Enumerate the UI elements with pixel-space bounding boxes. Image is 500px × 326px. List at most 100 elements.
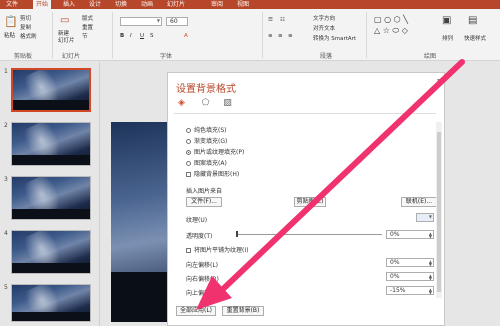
spinner-icon[interactable]: ▲ ▼ [429,260,432,267]
transparency-slider-handle[interactable] [236,231,238,237]
section-button[interactable]: 节 [82,32,88,40]
shapes-icon-row2[interactable]: △ ☆ ⬭ ◇ [374,26,408,36]
texture-picker[interactable]: ▼ [416,213,434,222]
italic-button[interactable]: I [130,33,132,39]
font-size-dropdown[interactable]: 60 [166,17,188,26]
insert-from-label: 插入图片来自 [186,188,223,195]
new-slide-icon[interactable]: ▭ [60,15,69,26]
slide-thumbnail-panel[interactable]: 1 2 3 4 5 [0,62,100,326]
ground-silhouette [13,100,89,110]
font-color-button[interactable]: A [184,33,188,39]
scrollbar-thumb[interactable] [437,132,441,292]
checkbox[interactable] [186,172,191,177]
picture-fill-option[interactable]: 图片或纹理填充(P) [186,147,244,156]
tab-view[interactable]: 视图 [234,0,252,9]
cut-button[interactable]: 剪切 [20,14,31,22]
spinner-icon[interactable]: ▲ ▼ [429,232,432,239]
numbering-button[interactable]: ☷ [280,17,285,23]
checkbox[interactable] [186,248,191,253]
clipboard-group-label: 剪贴板 [14,53,33,60]
offset-left-input[interactable]: 0% ▲ ▼ [386,258,434,267]
pane-title: 设置背景格式 [176,84,236,95]
radio-button[interactable] [186,161,191,166]
solid-fill-option[interactable]: 纯色填充(S) [186,125,227,134]
layout-button[interactable]: 版式 [82,14,93,22]
spinner-icon[interactable]: ▲ ▼ [429,274,432,281]
slides-group-label: 幻灯片 [62,53,81,60]
copy-button[interactable]: 复制 [20,23,31,31]
apply-to-all-button[interactable]: 全部应用(L) [176,306,216,316]
underline-button[interactable]: U [140,33,144,39]
offset-left-label: 向左偏移(L) [186,262,219,269]
text-direction-button[interactable]: 文字方向 [313,14,335,22]
file-button[interactable]: 文件(F)... [186,197,222,207]
radio-button[interactable] [186,128,191,133]
shadow-button[interactable]: S [150,33,154,39]
arrange-icon[interactable]: ▣ [442,15,451,26]
arrange-button[interactable]: 排列 [442,34,453,42]
transparency-input[interactable]: 0% ▲ ▼ [386,230,434,239]
paste-icon[interactable]: 📋 [4,15,18,28]
option-label: 图片或纹理填充(P) [194,149,245,156]
slide-thumbnail[interactable] [11,68,91,112]
tab-animations[interactable]: 动画 [138,0,156,9]
ribbon-tab-bar: 文件 开始 插入 设计 切换 动画 幻灯片 审阅 视图 [0,0,500,9]
align-left-button[interactable]: ≡ [268,33,273,39]
bullets-button[interactable]: ☰ [268,17,273,23]
paragraph-group-label: 段落 [320,53,333,60]
font-name-dropdown[interactable]: ▼ [120,17,162,26]
tab-file[interactable]: 文件 [3,0,21,9]
reset-background-button[interactable]: 重置背景(B) [222,306,264,316]
slide-number: 3 [4,176,8,183]
reset-button[interactable]: 重置 [82,23,93,31]
tab-slideshow[interactable]: 幻灯片 [164,0,188,9]
format-painter-button[interactable]: 格式刷 [20,32,37,40]
align-center-button[interactable]: ≡ [278,33,283,39]
quick-styles-button[interactable]: 快速样式 [464,34,486,42]
font-group-label: 字体 [160,53,173,60]
slide-thumbnail[interactable] [11,176,91,220]
spinner-icon[interactable]: ▲ ▼ [429,288,432,295]
tab-transitions[interactable]: 切换 [112,0,130,9]
slide-thumbnail[interactable] [11,122,91,166]
picture-icon[interactable]: ▨ [222,98,233,108]
pattern-fill-option[interactable]: 图案填充(A) [186,158,227,167]
online-button[interactable]: 联机(E)... [401,197,437,207]
slide-thumbnail[interactable] [11,230,91,274]
gradient-fill-option[interactable]: 渐变填充(G) [186,136,227,145]
option-label: 渐变填充(G) [194,138,228,145]
hide-graphics-option[interactable]: 隐藏背景图形(H) [186,169,239,178]
pane-options-icon[interactable]: ▾ [437,77,440,84]
clipboard-button[interactable]: 剪贴板(C) [294,197,326,207]
transparency-slider[interactable] [236,234,382,235]
pentagon-icon[interactable]: ⬠ [200,98,211,108]
tab-insert[interactable]: 插入 [60,0,78,9]
radio-button[interactable] [186,139,191,144]
option-label: 图案填充(A) [194,160,227,167]
tab-design[interactable]: 设计 [86,0,104,9]
tab-home[interactable]: 开始 [33,0,52,9]
transparency-value: 0% [390,231,400,238]
offset-right-label: 向右偏移(R) [186,276,219,283]
offset-top-input[interactable]: -15% ▲ ▼ [386,286,434,295]
ribbon: 📋 粘贴 剪切 复制 格式刷 剪贴板 ▭ 新建 幻灯片 版式 重置 节 幻灯片 … [0,9,500,61]
shapes-icon[interactable]: ▢ ○ ⬡ ╲ [374,15,408,24]
ground-silhouette [12,262,90,273]
slide-number: 5 [4,284,8,291]
new-slide-button[interactable]: 新建 幻灯片 [58,31,75,45]
offset-right-input[interactable]: 0% ▲ ▼ [386,272,434,281]
tab-review[interactable]: 审阅 [208,0,226,9]
smartart-button[interactable]: 转换为 SmartArt [313,34,356,42]
paste-button[interactable]: 粘贴 [4,31,15,39]
bold-button[interactable]: B [120,33,124,39]
align-text-button[interactable]: 对齐文本 [313,24,335,32]
slide-thumbnail[interactable] [11,284,91,322]
radio-button-selected[interactable] [186,150,191,155]
align-right-button[interactable]: ≡ [288,33,293,39]
tile-option[interactable]: 将图片平铺为纹理(I) [186,245,248,254]
paint-bucket-icon[interactable]: ◈ [176,98,187,108]
quick-styles-icon[interactable]: ▤ [468,15,477,26]
ground-silhouette [12,154,90,165]
pane-scrollbar[interactable] [436,122,442,298]
offset-left-value: 0% [390,259,400,266]
